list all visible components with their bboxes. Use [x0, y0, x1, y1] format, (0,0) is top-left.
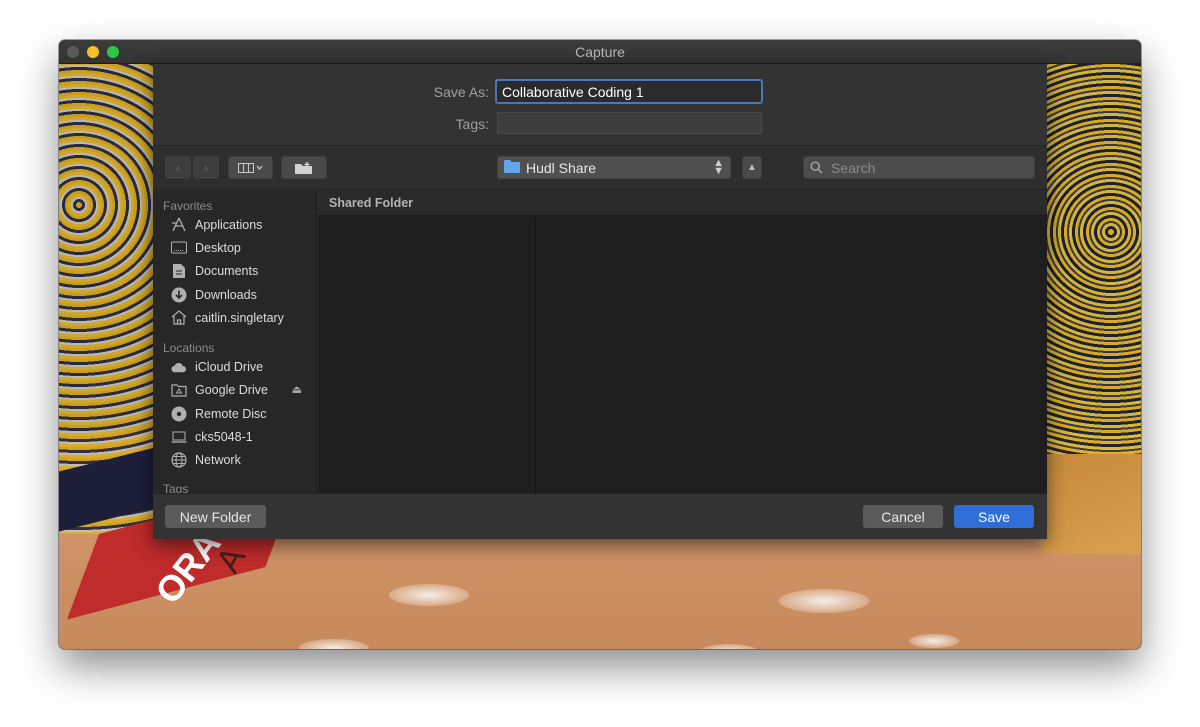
sidebar-item-label: Applications	[195, 217, 263, 232]
floor-glare	[779, 589, 869, 613]
dialog-toolbar: ‹ › Hudl Share ▲ ▼ ▲ Search	[153, 146, 1047, 190]
save-button[interactable]: Save	[954, 505, 1034, 528]
new-folder-toolbar-button[interactable]	[281, 156, 327, 179]
location-label: Hudl Share	[526, 159, 597, 176]
chevron-up-icon: ▲	[747, 162, 757, 173]
sidebar-item-downloads[interactable]: Downloads	[153, 283, 316, 306]
floor-glare	[699, 644, 759, 649]
sidebar-item-home[interactable]: caitlin.singletary	[153, 306, 316, 329]
sidebar-section-locations: Locations	[163, 341, 215, 356]
sidebar-item-label: iCloud Drive	[195, 360, 264, 375]
sidebar-item-documents[interactable]: Documents	[153, 260, 316, 283]
browser-header: Shared Folder	[318, 191, 1047, 216]
browser-column[interactable]	[318, 217, 536, 493]
save-dialog-header: Save As: Tags:	[153, 64, 1047, 146]
sidebar-item-google-drive[interactable]: Google Drive ⏏	[153, 379, 316, 402]
cloud-icon	[171, 359, 187, 375]
expand-collapse-button[interactable]: ▲	[742, 156, 762, 179]
sidebar-item-label: Remote Disc	[195, 406, 267, 421]
crowd-right	[1041, 64, 1141, 484]
tags-label: Tags:	[455, 116, 489, 132]
view-mode-button[interactable]	[228, 156, 273, 179]
sidebar-item-desktop[interactable]: Desktop	[153, 236, 316, 259]
cancel-button[interactable]: Cancel	[863, 505, 943, 528]
save-as-label: Save As:	[433, 84, 489, 100]
sidebar-section-favorites: Favorites	[163, 199, 213, 213]
applications-icon	[171, 217, 187, 233]
sidebar-item-label: Downloads	[195, 287, 257, 302]
sidebar-item-network[interactable]: Network	[153, 449, 316, 472]
eject-icon[interactable]: ⏏	[292, 383, 302, 396]
search-field[interactable]	[803, 156, 1035, 179]
home-icon	[171, 310, 187, 326]
save-as-input[interactable]	[495, 79, 763, 104]
floor-glare	[389, 584, 469, 606]
laptop-icon	[171, 429, 187, 445]
search-icon	[810, 161, 823, 174]
sidebar-item-label: caitlin.singletary	[195, 310, 284, 325]
title-bar[interactable]: Capture	[59, 40, 1141, 64]
folder-icon	[504, 160, 520, 173]
new-folder-button[interactable]: New Folder	[165, 505, 266, 528]
desktop-icon	[171, 240, 187, 256]
back-button[interactable]: ‹	[165, 156, 191, 179]
sideline-area	[1041, 454, 1141, 554]
downloads-icon	[171, 287, 187, 303]
sidebar-section-tags: Tags	[163, 481, 189, 493]
sidebar-item-applications[interactable]: Applications	[153, 213, 316, 236]
chevron-left-icon: ‹	[176, 160, 180, 175]
floor-glare	[299, 639, 369, 649]
new-folder-icon	[295, 161, 312, 174]
forward-button[interactable]: ›	[193, 156, 219, 179]
documents-icon	[171, 263, 187, 279]
tags-input[interactable]	[497, 112, 762, 134]
columns-view-icon	[237, 162, 262, 173]
drive-icon	[171, 382, 187, 398]
file-browser: Shared Folder	[318, 191, 1047, 493]
chevron-right-icon: ›	[204, 160, 208, 175]
floor-glare	[909, 634, 959, 648]
sidebar-item-label: cks5048-1	[195, 430, 253, 445]
sidebar-item-remote-disc[interactable]: Remote Disc	[153, 402, 316, 425]
location-popup[interactable]: Hudl Share ▲ ▼	[497, 156, 731, 179]
network-icon	[171, 452, 187, 468]
sidebar-item-label: Documents	[195, 264, 259, 279]
updown-arrows-icon: ▲ ▼	[713, 157, 724, 177]
window-title: Capture	[575, 44, 625, 60]
sidebar: Favorites Applications Desktop Documents	[153, 191, 317, 493]
sidebar-item-computer[interactable]: cks5048-1	[153, 425, 316, 448]
disc-icon	[171, 406, 187, 422]
sidebar-item-label: Google Drive	[195, 383, 268, 398]
sidebar-item-icloud-drive[interactable]: iCloud Drive	[153, 355, 316, 378]
save-dialog: Save As: Tags: ‹ ›	[153, 64, 1047, 539]
search-input[interactable]	[829, 158, 1019, 177]
capture-window: Capture ORA A R E Save As: Tags: ‹ ›	[59, 40, 1141, 649]
sidebar-item-label: Network	[195, 453, 241, 468]
dialog-button-bar: New Folder Cancel Save	[153, 493, 1047, 539]
sidebar-item-label: Desktop	[195, 240, 241, 255]
